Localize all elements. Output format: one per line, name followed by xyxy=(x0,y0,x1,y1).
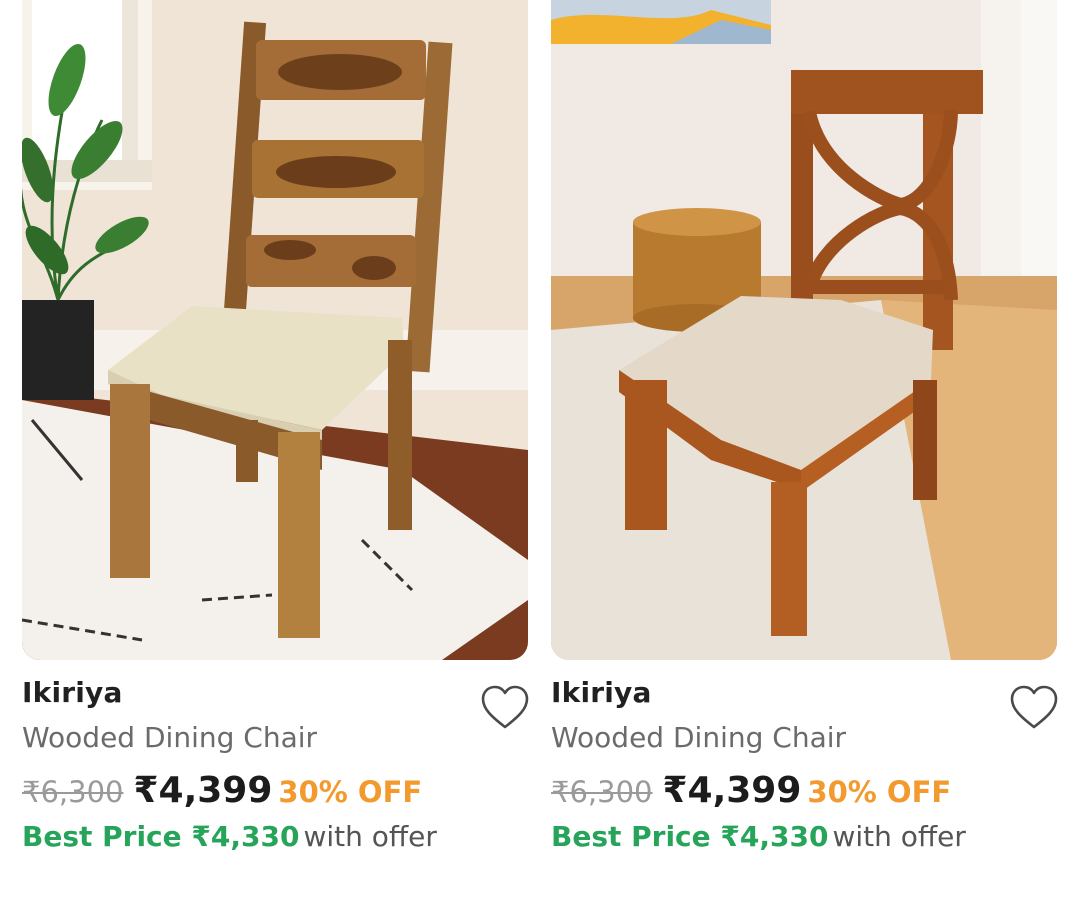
best-price: Best Price ₹4,330 xyxy=(551,820,829,853)
original-price: ₹6,300 xyxy=(22,775,124,809)
offer-suffix: with offer xyxy=(832,820,966,853)
price-row: ₹6,300 ₹4,399 30% OFF xyxy=(551,770,951,811)
product-image-crossback-chair[interactable] xyxy=(551,0,1057,660)
best-price: Best Price ₹4,330 xyxy=(22,820,300,853)
price-row: ₹6,300 ₹4,399 30% OFF xyxy=(22,770,422,811)
discount-badge: 30% OFF xyxy=(807,775,952,809)
discount-badge: 30% OFF xyxy=(278,775,423,809)
heart-outline-icon[interactable] xyxy=(1009,684,1059,732)
original-price: ₹6,300 xyxy=(551,775,653,809)
product-brand: Ikiriya xyxy=(551,676,652,709)
selling-price: ₹4,399 xyxy=(662,770,802,811)
best-price-row: Best Price ₹4,330 with offer xyxy=(551,820,966,853)
selling-price: ₹4,399 xyxy=(133,770,273,811)
heart-outline-icon[interactable] xyxy=(480,684,530,732)
product-title[interactable]: Wooded Dining Chair xyxy=(551,721,846,754)
offer-suffix: with offer xyxy=(303,820,437,853)
product-title[interactable]: Wooded Dining Chair xyxy=(22,721,317,754)
product-brand: Ikiriya xyxy=(22,676,123,709)
product-image-ladderback-chair[interactable] xyxy=(22,0,528,660)
best-price-row: Best Price ₹4,330 with offer xyxy=(22,820,437,853)
product-card-2[interactable]: Ikiriya Wooded Dining Chair ₹6,300 ₹4,399… xyxy=(551,0,1059,897)
product-card-1[interactable]: Ikiriya Wooded Dining Chair ₹6,300 ₹4,399… xyxy=(22,0,530,897)
